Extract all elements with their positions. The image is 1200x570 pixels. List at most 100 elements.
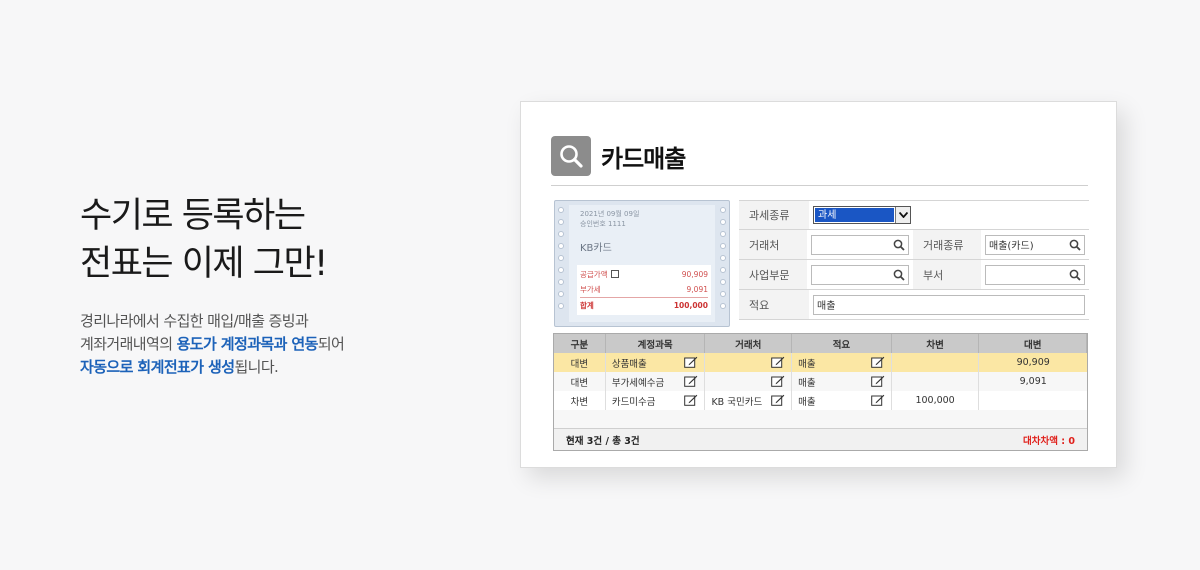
memo-text: 매출: [798, 358, 816, 370]
desc-line-2a: 계좌거래내역의: [80, 335, 177, 353]
edit-icon[interactable]: [684, 356, 698, 368]
cell-account[interactable]: 상품매출: [606, 353, 706, 372]
trade-type-input[interactable]: 매출(카드): [985, 234, 1085, 255]
divider: [551, 185, 1088, 186]
table-row[interactable]: 대변 상품매출 매출 90,909: [554, 353, 1087, 372]
col-header: 차변: [892, 334, 980, 353]
receipt-line: 부가세 9,091: [580, 282, 708, 297]
receipt-meta: 2021년 09월 09일 승인번호 1111: [580, 209, 639, 229]
cell-type: 차변: [554, 391, 606, 410]
receipt-line-label: 공급가액: [580, 270, 608, 279]
vendor-text: KB 국민카드: [711, 396, 763, 408]
search-icon[interactable]: [1069, 239, 1081, 251]
col-header: 계정과목: [606, 334, 706, 353]
division-label: 사업부문: [739, 260, 807, 289]
receipt-card: 2021년 09월 09일 승인번호 1111 KB카드 공급가액 90,909…: [554, 200, 730, 327]
edit-icon[interactable]: [870, 356, 885, 368]
form-row-division: 사업부문 부서: [739, 260, 1089, 290]
table-row[interactable]: 차변 카드미수금 KB 국민카드 매출 100,000: [554, 391, 1087, 410]
desc-highlight-1: 용도가 계정과목과 연동: [176, 335, 319, 353]
receipt-holes-right: [720, 207, 726, 309]
vendor-input[interactable]: [811, 234, 909, 255]
edit-icon[interactable]: [684, 394, 698, 406]
desc-line-2b: 되어: [317, 335, 345, 353]
search-icon[interactable]: [1069, 269, 1081, 281]
memo-text: 매출: [798, 377, 816, 389]
chevron-down-icon[interactable]: [895, 207, 910, 223]
receipt-line-label: 부가세: [580, 285, 601, 294]
desc-line-1: 경리나라에서 수집한 매입/매출 증빙과: [80, 312, 309, 330]
dept-label: 부서: [913, 260, 981, 289]
cell-vendor[interactable]: [705, 372, 793, 391]
receipt-total-label: 합계: [580, 301, 594, 310]
cell-memo[interactable]: 매출: [792, 372, 892, 391]
account-text: 상품매출: [611, 358, 647, 370]
memo-input[interactable]: 매출: [813, 294, 1085, 315]
receipt-total-value: 100,000: [673, 301, 708, 310]
edit-icon[interactable]: [771, 356, 785, 368]
col-header: 대변: [979, 334, 1087, 353]
panel-title: 카드매출: [601, 144, 686, 173]
memo-label: 적요: [739, 290, 809, 319]
tax-type-value: 과세: [815, 208, 894, 222]
form-row-memo: 적요 매출: [739, 290, 1089, 320]
promo-section: 수기로 등록하는 전표는 이제 그만! 경리나라에서 수집한 매입/매출 증빙과…: [80, 192, 480, 379]
cell-vendor[interactable]: KB 국민카드: [705, 391, 793, 410]
cell-type: 대변: [554, 353, 606, 372]
edit-icon[interactable]: [771, 394, 785, 406]
trade-type-label: 거래종류: [913, 230, 981, 259]
receipt-line-value: 9,091: [686, 285, 708, 294]
search-icon[interactable]: [893, 239, 905, 251]
receipt-total: 합계 100,000: [580, 297, 708, 313]
cell-credit: 9,091: [1019, 376, 1047, 387]
cell-vendor[interactable]: [705, 353, 793, 372]
receipt-lines: 공급가액 90,909 부가세 9,091 합계 100,000: [577, 265, 711, 315]
cell-account[interactable]: 부가세예수금: [606, 372, 706, 391]
tax-type-select[interactable]: 과세: [813, 206, 911, 224]
table-footer: 현재 3건 / 총 3건 대차차액 : 0: [554, 428, 1087, 450]
account-text: 부가세예수금: [611, 377, 665, 389]
cell-debit: [892, 372, 980, 391]
journal-table: 구분 계정과목 거래처 적요 차변 대변 대변 상품매출 매출 90,909 대…: [553, 333, 1088, 451]
panel-header: 카드매출: [551, 136, 686, 176]
dept-input[interactable]: [985, 264, 1085, 285]
receipt-card-name: KB카드: [580, 243, 612, 254]
description: 경리나라에서 수집한 매입/매출 증빙과 계좌거래내역의 용도가 계정과목과 연…: [80, 310, 480, 379]
edit-icon[interactable]: [870, 394, 885, 406]
memo-text: 매출: [798, 396, 816, 408]
edit-icon[interactable]: [870, 375, 885, 387]
cell-debit: 100,000: [892, 391, 980, 410]
vendor-label: 거래처: [739, 230, 807, 259]
balance-diff: 대차차액 : 0: [1023, 435, 1075, 447]
col-header: 적요: [792, 334, 892, 353]
search-icon: [551, 136, 591, 176]
division-input[interactable]: [811, 264, 909, 285]
card-sales-panel: 카드매출 2021년 09월 09일 승인번호 1111 KB카드 공급가액 9…: [520, 101, 1117, 468]
desc-line-3b: 됩니다.: [234, 358, 279, 376]
form-row-vendor: 거래처 거래종류 매출(카드): [739, 230, 1089, 260]
receipt-approval: 승인번호 1111: [580, 220, 626, 228]
col-header: 거래처: [705, 334, 793, 353]
record-count: 현재 3건 / 총 3건: [566, 435, 640, 447]
edit-icon[interactable]: [771, 375, 785, 387]
cell-memo[interactable]: 매출: [792, 353, 892, 372]
search-icon[interactable]: [893, 269, 905, 281]
col-header: 구분: [554, 334, 606, 353]
receipt-line: 공급가액 90,909: [580, 267, 708, 282]
table-header: 구분 계정과목 거래처 적요 차변 대변: [554, 334, 1087, 353]
desc-highlight-2: 자동으로 회계전표가 생성: [80, 358, 235, 376]
edit-icon[interactable]: [684, 375, 698, 387]
cell-memo[interactable]: 매출: [792, 391, 892, 410]
headline: 수기로 등록하는 전표는 이제 그만!: [80, 192, 480, 288]
receipt-line-value: 90,909: [681, 270, 708, 279]
account-text: 카드미수금: [611, 396, 656, 408]
receipt-date: 2021년 09월 09일: [580, 210, 640, 218]
cell-debit: [892, 353, 980, 372]
cell-credit: 90,909: [1016, 357, 1050, 368]
table-row[interactable]: 대변 부가세예수금 매출 9,091: [554, 372, 1087, 391]
trade-type-value: 매출(카드): [989, 241, 1034, 252]
edit-icon: [610, 270, 619, 278]
cell-account[interactable]: 카드미수금: [606, 391, 706, 410]
table-row-empty: [554, 410, 1087, 428]
receipt-body: 2021년 09월 09일 승인번호 1111 KB카드 공급가액 90,909…: [569, 205, 715, 322]
